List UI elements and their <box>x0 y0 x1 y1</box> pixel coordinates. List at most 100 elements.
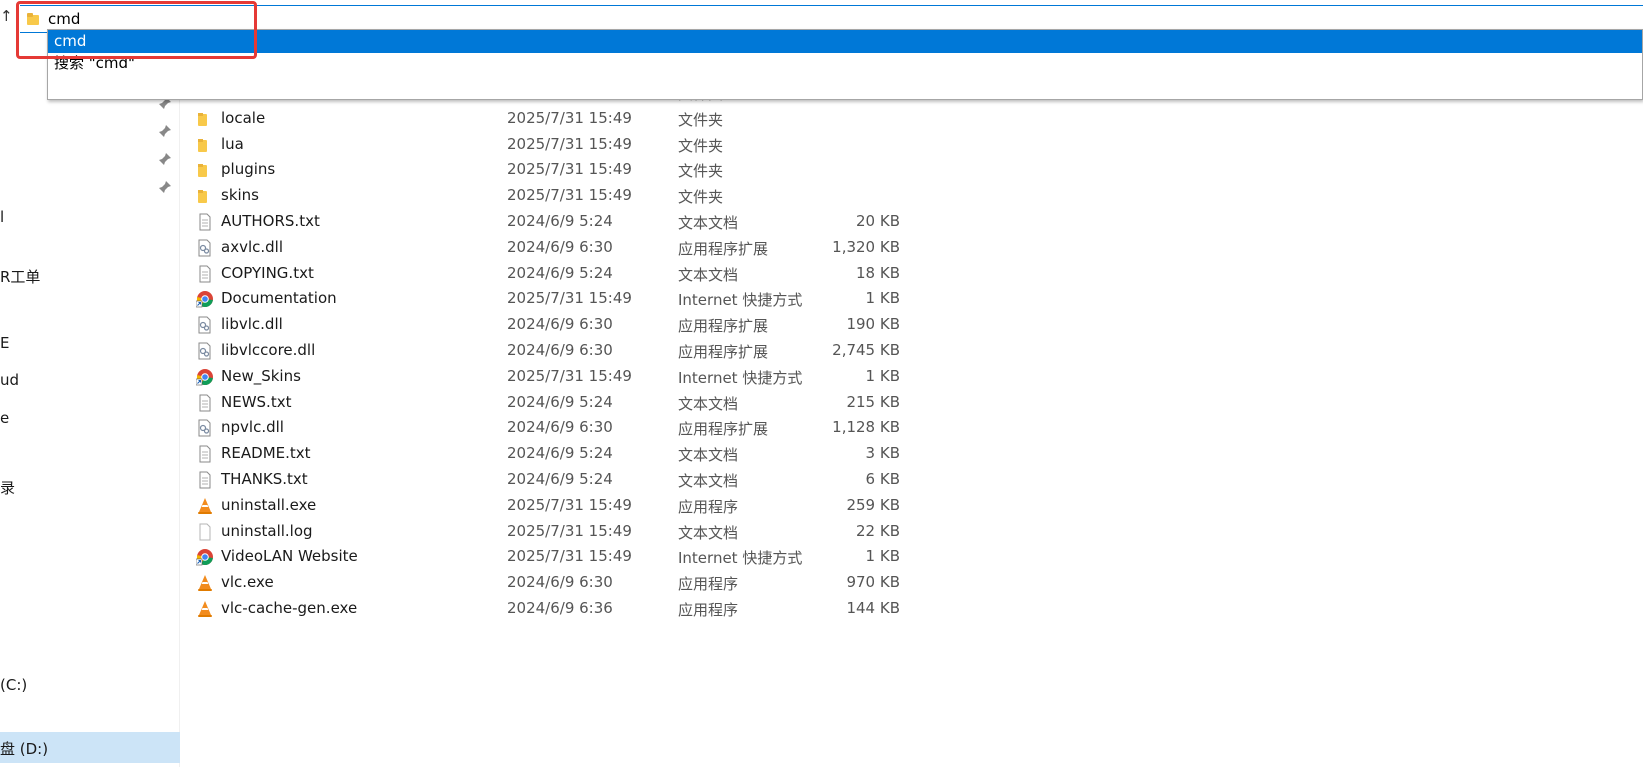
file-row[interactable]: npvlc.dll 2024/6/9 6:30 应用程序扩展 1,128 KB <box>180 415 920 441</box>
sidebar-item-label[interactable]: l <box>0 208 4 226</box>
file-size: 6 KB <box>865 470 900 488</box>
pin-icon[interactable] <box>158 180 172 194</box>
file-type: 文件夹 <box>678 162 724 181</box>
file-size: 190 KB <box>846 315 900 334</box>
file-name: skins <box>221 186 259 205</box>
file-date-modified: 2024/6/9 5:24 <box>507 263 613 282</box>
file-row[interactable]: lua 2025/7/31 15:49 文件夹 <box>180 132 920 158</box>
file-date-modified: 2025/7/31 15:49 <box>507 160 632 179</box>
file-size: 1 KB <box>865 366 900 385</box>
sidebar-item-drive-c[interactable]: (C:) <box>0 676 27 694</box>
file-name: libvlc.dll <box>221 315 283 334</box>
file-date-modified: 2024/6/9 6:30 <box>507 341 613 359</box>
sidebar-item-drive-d[interactable]: 盘 (D:) <box>0 732 180 763</box>
file-name: README.txt <box>221 444 311 463</box>
file-row[interactable]: uninstall.log 2025/7/31 15:49 文本文档 22 KB <box>180 519 920 545</box>
file-name: AUTHORS.txt <box>221 212 320 230</box>
file-row[interactable]: vlc.exe 2024/6/9 6:30 应用程序 970 KB <box>180 570 920 596</box>
file-name: locale <box>221 108 266 127</box>
file-name: vlc-cache-gen.exe <box>221 599 358 617</box>
sidebar-item-label[interactable]: 录 <box>0 477 15 498</box>
autocomplete-dropdown: cmd 搜索 "cmd" <box>47 29 1643 100</box>
file-row[interactable]: vlc-cache-gen.exe 2024/6/9 6:36 应用程序 144 KB <box>180 596 920 622</box>
text-file-icon <box>196 394 214 412</box>
file-row[interactable]: libvlc.dll 2024/6/9 6:30 应用程序扩展 190 KB <box>180 312 920 338</box>
dll-file-icon <box>196 342 214 360</box>
file-row[interactable]: locale 2025/7/31 15:49 文件夹 <box>180 106 920 132</box>
file-row[interactable]: Documentation 2025/7/31 15:49 Internet 快捷方… <box>180 286 920 312</box>
file-row[interactable]: README.txt 2024/6/9 5:24 文本文档 3 KB <box>180 441 920 467</box>
file-name: lua <box>221 134 244 153</box>
file-type: 文件夹 <box>678 136 724 155</box>
chrome-shortcut-icon <box>195 290 214 308</box>
file-row[interactable]: plugins 2025/7/31 15:49 文件夹 <box>180 157 920 183</box>
file-name: VideoLAN Website <box>221 547 358 566</box>
dll-file-icon <box>196 419 214 437</box>
file-date-modified: 2024/6/9 5:24 <box>507 470 613 488</box>
file-type: 文本文档 <box>678 472 739 490</box>
file-name: THANKS.txt <box>221 470 308 488</box>
autocomplete-item-search[interactable]: 搜索 "cmd" <box>48 52 1642 75</box>
file-name: libvlccore.dll <box>221 341 316 359</box>
file-date-modified: 2024/6/9 5:24 <box>507 212 613 230</box>
sidebar-item-label: 盘 (D:) <box>0 740 49 758</box>
file-type: 应用程序扩展 <box>678 343 769 361</box>
file-type: 应用程序 <box>678 601 739 619</box>
file-date-modified: 2025/7/31 15:49 <box>507 495 632 514</box>
file-type: 应用程序 <box>678 575 739 594</box>
text-file-icon <box>196 265 214 283</box>
file-row[interactable]: COPYING.txt 2024/6/9 5:24 文本文档 18 KB <box>180 261 920 287</box>
file-type: 文本文档 <box>678 446 739 465</box>
file-name: npvlc.dll <box>221 418 284 437</box>
file-size: 1 KB <box>865 289 900 308</box>
file-type: Internet 快捷方式 <box>678 291 803 310</box>
text-file-icon <box>196 445 214 463</box>
file-date-modified: 2025/7/31 15:49 <box>507 547 632 566</box>
blank-file-icon <box>196 523 214 541</box>
file-row[interactable]: axvlc.dll 2024/6/9 6:30 应用程序扩展 1,320 KB <box>180 235 920 261</box>
sidebar-item-label[interactable]: R工单 <box>0 266 40 287</box>
file-size: 1 KB <box>865 547 900 566</box>
file-row[interactable]: VideoLAN Website 2025/7/31 15:49 Internet … <box>180 544 920 570</box>
file-size: 22 KB <box>856 521 900 540</box>
file-date-modified: 2024/6/9 5:24 <box>507 392 613 411</box>
autocomplete-item-cmd[interactable]: cmd <box>48 30 1642 53</box>
file-date-modified: 2024/6/9 6:30 <box>507 237 613 256</box>
file-size: 215 KB <box>846 392 900 411</box>
file-row[interactable]: NEWS.txt 2024/6/9 5:24 文本文档 215 KB <box>180 390 920 416</box>
file-row[interactable]: uninstall.exe 2025/7/31 15:49 应用程序 259 KB <box>180 493 920 519</box>
file-row[interactable]: libvlccore.dll 2024/6/9 6:30 应用程序扩展 2,745 K… <box>180 338 920 364</box>
file-name: uninstall.log <box>221 521 313 540</box>
file-size: 18 KB <box>856 263 900 282</box>
up-arrow-icon[interactable]: ↑ <box>0 6 13 26</box>
sidebar-item-label[interactable]: ud <box>0 371 19 389</box>
file-size: 1,320 KB <box>832 237 900 256</box>
dll-file-icon <box>196 239 214 257</box>
file-type: 文件夹 <box>678 110 724 129</box>
file-name: New_Skins <box>221 366 301 385</box>
folder-icon <box>196 187 214 205</box>
folder-icon <box>196 110 214 128</box>
navigation-pane: l R工单 E ud e 录 (C:) 盘 (D:) <box>0 34 180 767</box>
file-type: Internet 快捷方式 <box>678 549 803 568</box>
file-type: Internet 快捷方式 <box>678 368 803 387</box>
file-row[interactable]: skins 2025/7/31 15:49 文件夹 <box>180 183 920 209</box>
file-row[interactable]: AUTHORS.txt 2024/6/9 5:24 文本文档 20 KB <box>180 209 920 235</box>
file-type: 文本文档 <box>678 265 739 284</box>
file-row[interactable]: THANKS.txt 2024/6/9 5:24 文本文档 6 KB <box>180 467 920 493</box>
file-size: 2,745 KB <box>832 341 900 359</box>
folder-icon <box>27 13 39 25</box>
sidebar-item-label[interactable]: e <box>0 409 9 427</box>
pin-icon[interactable] <box>158 124 172 138</box>
file-size: 1,128 KB <box>832 418 900 437</box>
file-type: 应用程序扩展 <box>678 239 769 258</box>
file-date-modified: 2025/7/31 15:49 <box>507 186 632 205</box>
address-input[interactable] <box>48 8 448 30</box>
file-row[interactable]: New_Skins 2025/7/31 15:49 Internet 快捷方式 1 K… <box>180 364 920 390</box>
file-name: axvlc.dll <box>221 237 283 256</box>
pin-icon[interactable] <box>158 152 172 166</box>
folder-icon <box>196 136 214 154</box>
file-name: COPYING.txt <box>221 263 314 282</box>
file-date-modified: 2025/7/31 15:49 <box>507 366 632 385</box>
sidebar-item-label[interactable]: E <box>0 334 9 352</box>
